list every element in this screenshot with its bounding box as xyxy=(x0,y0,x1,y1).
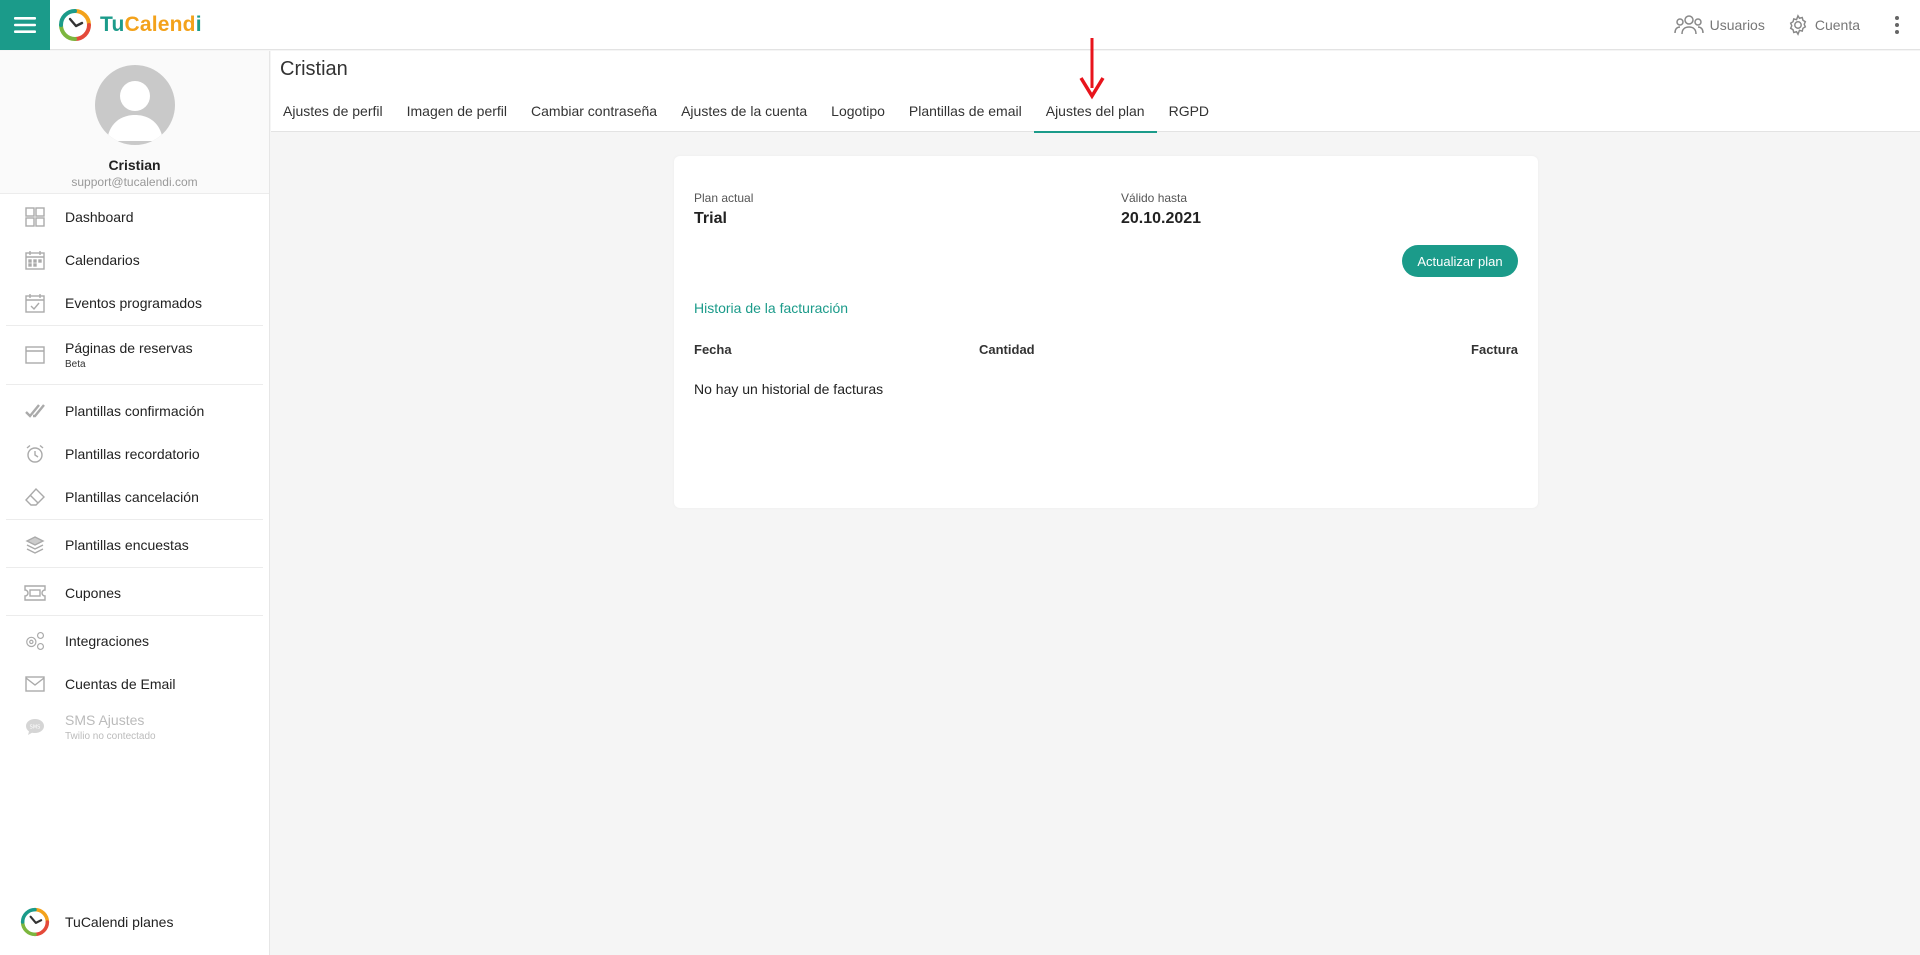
beta-badge: Beta xyxy=(65,359,86,370)
kebab-menu-icon xyxy=(1895,15,1899,34)
alarm-clock-icon xyxy=(26,444,44,463)
empty-billing-message: No hay un historial de facturas xyxy=(694,381,884,397)
tucalendi-logo-icon xyxy=(20,907,50,937)
sidebar-item-dashboard[interactable]: Dashboard xyxy=(0,195,269,238)
sidebar-item-scheduled-events[interactable]: Eventos programados xyxy=(0,281,269,324)
sidebar-item-integrations[interactable]: Integraciones xyxy=(0,619,269,662)
svg-text:SMS: SMS xyxy=(30,725,41,731)
sidebar-item-reminder-templates[interactable]: Plantillas recordatorio xyxy=(0,432,269,475)
tab-email-templates[interactable]: Plantillas de email xyxy=(897,90,1034,132)
divider xyxy=(6,384,263,385)
divider xyxy=(6,567,263,568)
tab-change-password[interactable]: Cambiar contraseña xyxy=(519,90,669,132)
sms-bubble-icon: SMS xyxy=(26,719,44,735)
gear-icon xyxy=(1789,13,1807,36)
users-icon xyxy=(1673,14,1704,34)
dashboard-icon xyxy=(25,206,45,227)
sidebar-item-coupons[interactable]: Cupones xyxy=(0,571,269,614)
sidebar: Cristian support@tucalendi.com Dashboard… xyxy=(0,51,270,955)
divider xyxy=(6,615,263,616)
column-header-amount: Cantidad xyxy=(979,342,1035,357)
divider xyxy=(6,325,263,326)
current-plan-label: Plan actual xyxy=(694,191,754,205)
account-link[interactable]: Cuenta xyxy=(1787,13,1860,36)
coupon-icon xyxy=(24,584,46,601)
avatar[interactable] xyxy=(94,65,175,145)
envelope-icon xyxy=(25,675,45,692)
upgrade-plan-button[interactable]: Actualizar plan xyxy=(1402,245,1518,277)
tab-logo[interactable]: Logotipo xyxy=(819,90,897,132)
tucalendi-logo-icon xyxy=(59,8,91,41)
layers-icon xyxy=(25,535,45,554)
gears-icon xyxy=(26,631,45,650)
sidebar-item-email-accounts[interactable]: Cuentas de Email xyxy=(0,662,269,705)
users-label: Usuarios xyxy=(1709,16,1765,33)
valid-until-label: Válido hasta xyxy=(1121,191,1188,205)
calendar-check-icon xyxy=(25,293,45,313)
users-link[interactable]: Usuarios xyxy=(1673,14,1765,36)
red-arrow-annotation-icon xyxy=(1079,38,1105,100)
account-label: Cuenta xyxy=(1814,16,1860,33)
brand-name: TuCalendi xyxy=(100,12,202,36)
more-options-button[interactable] xyxy=(1882,0,1912,50)
double-check-icon xyxy=(25,403,45,418)
profile-card: Cristian support@tucalendi.com xyxy=(0,51,269,194)
column-header-date: Fecha xyxy=(694,342,732,357)
plan-card: Plan actual Trial Válido hasta 20.10.202… xyxy=(674,156,1538,508)
tab-account-settings[interactable]: Ajustes de la cuenta xyxy=(669,90,819,132)
sidebar-item-booking-pages[interactable]: Páginas de reservas Beta xyxy=(0,327,269,383)
divider xyxy=(6,519,263,520)
profile-email: support@tucalendi.com xyxy=(71,175,198,189)
hamburger-icon xyxy=(14,16,36,33)
user-silhouette-icon xyxy=(106,81,163,141)
top-bar: TuCalendi Usuarios Cuenta xyxy=(0,0,1920,50)
profile-name: Cristian xyxy=(108,157,161,173)
sidebar-item-calendars[interactable]: Calendarios xyxy=(0,238,269,281)
sidebar-item-cancellation-templates[interactable]: Plantillas cancelación xyxy=(0,475,269,518)
browser-window-icon xyxy=(25,346,45,364)
page-title: Cristian xyxy=(280,58,348,80)
tab-gdpr[interactable]: RGPD xyxy=(1157,90,1221,132)
billing-history-link[interactable]: Historia de la facturación xyxy=(694,300,848,316)
current-plan-value: Trial xyxy=(694,210,727,227)
valid-until-value: 20.10.2021 xyxy=(1121,210,1202,227)
column-header-invoice: Factura xyxy=(1471,342,1518,357)
eraser-icon xyxy=(25,487,45,506)
sidebar-item-confirmation-templates[interactable]: Plantillas confirmación xyxy=(0,389,269,432)
calendar-icon xyxy=(25,250,45,270)
tab-profile-settings[interactable]: Ajustes de perfil xyxy=(271,90,395,132)
tab-profile-image[interactable]: Imagen de perfil xyxy=(395,90,519,132)
sidebar-item-plans[interactable]: TuCalendi planes xyxy=(0,907,269,937)
sidebar-item-survey-templates[interactable]: Plantillas encuestas xyxy=(0,523,269,566)
sidebar-item-sms-settings: SMS SMS Ajustes Twilio no contectado xyxy=(0,705,269,749)
brand-logo[interactable]: TuCalendi xyxy=(58,8,202,42)
menu-toggle-button[interactable] xyxy=(0,0,50,50)
